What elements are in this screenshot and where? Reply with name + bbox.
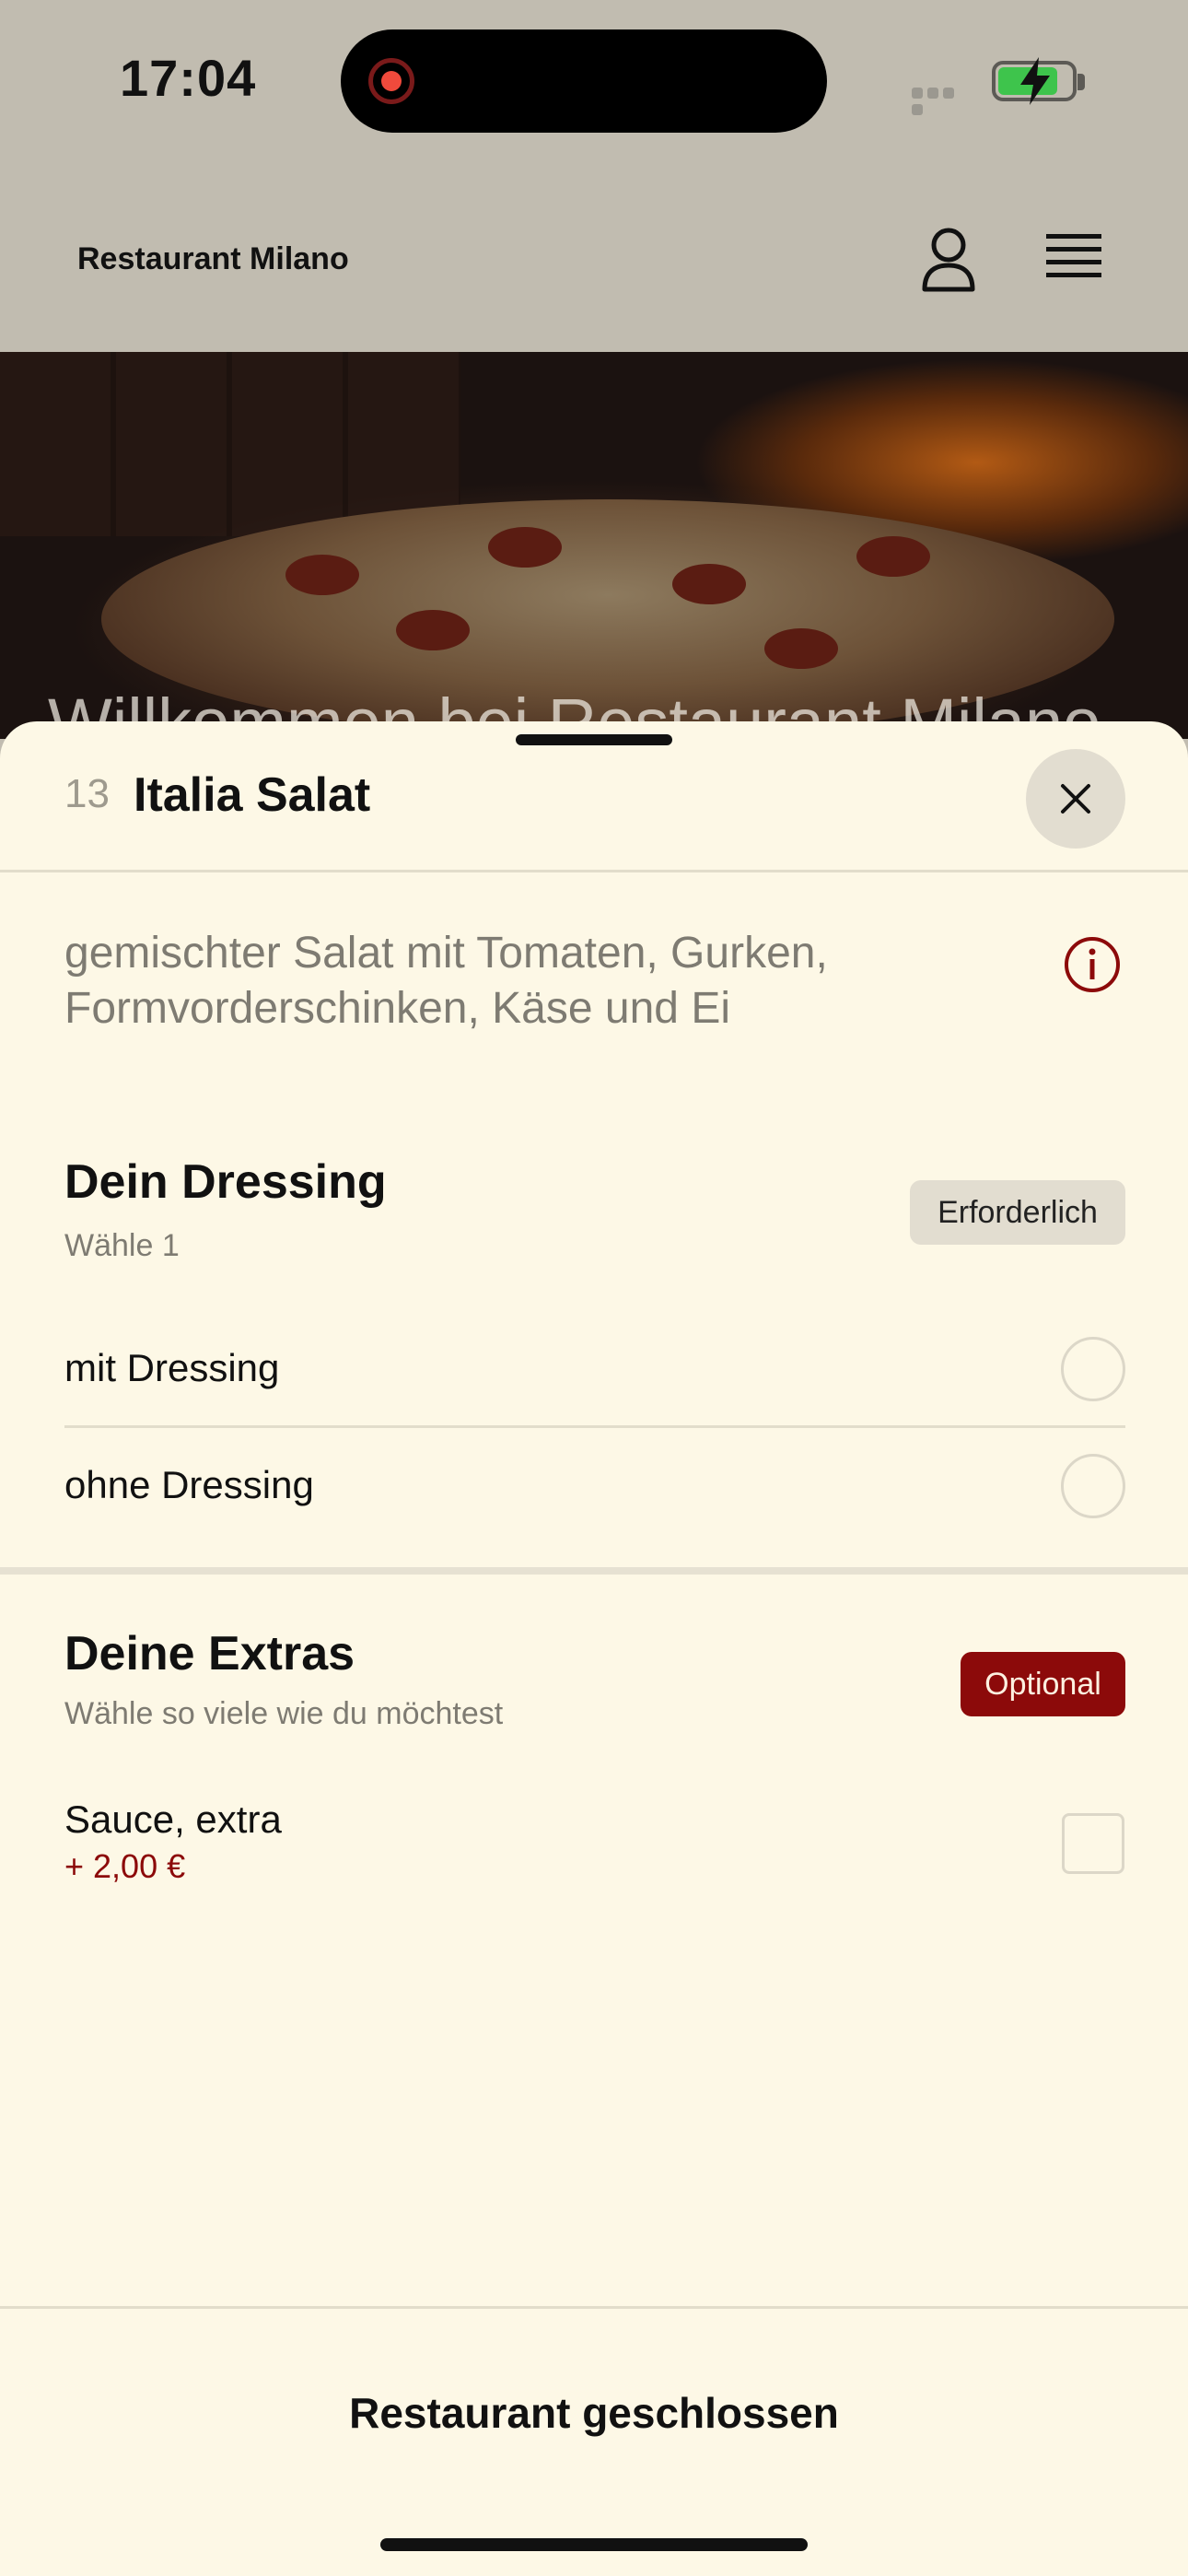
extras-section-title: Deine Extras bbox=[64, 1627, 355, 1680]
extra-option-price: + 2,00 € bbox=[64, 1847, 186, 1885]
dressing-section-subtitle: Wähle 1 bbox=[64, 1228, 180, 1263]
hero-image: Willkommen bei Restaurant Milano bbox=[0, 352, 1188, 739]
extra-option-label[interactable]: Sauce, extra bbox=[64, 1797, 282, 1842]
item-description: gemischter Salat mit Tomaten, Gurken, Fo… bbox=[64, 929, 828, 1033]
item-title: Italia Salat bbox=[134, 768, 371, 822]
radio-button[interactable] bbox=[1061, 1454, 1125, 1518]
cellular-signal-icon bbox=[912, 87, 973, 115]
person-icon[interactable] bbox=[912, 223, 985, 297]
item-number: 13 bbox=[64, 771, 110, 816]
section-separator bbox=[0, 1567, 1188, 1575]
required-badge: Erforderlich bbox=[910, 1180, 1125, 1245]
app-header: Restaurant Milano bbox=[0, 166, 1188, 352]
status-bar: 17:04 bbox=[0, 0, 1188, 166]
optional-badge: Optional bbox=[961, 1652, 1125, 1716]
sheet-grabber[interactable] bbox=[516, 734, 672, 745]
sheet-header: 13 Italia Salat bbox=[0, 721, 1188, 872]
dressing-section-title: Dein Dressing bbox=[64, 1155, 387, 1209]
option-label: mit Dressing bbox=[64, 1346, 280, 1389]
restaurant-closed-status: Restaurant geschlossen bbox=[349, 2389, 839, 2437]
close-icon bbox=[1061, 784, 1090, 814]
item-detail-sheet: 13 Italia Salat gemischter Salat mit Tom… bbox=[0, 721, 1188, 2576]
status-time: 17:04 bbox=[120, 49, 257, 107]
close-button[interactable] bbox=[1026, 749, 1125, 849]
dressing-option-without[interactable]: ohne Dressing bbox=[64, 1428, 1125, 1544]
home-indicator[interactable] bbox=[380, 2538, 808, 2551]
sheet-footer: Restaurant geschlossen bbox=[0, 2306, 1188, 2576]
info-icon[interactable] bbox=[1063, 935, 1122, 994]
dynamic-island bbox=[341, 29, 827, 133]
option-label: ohne Dressing bbox=[64, 1463, 314, 1506]
charging-bolt-icon bbox=[1020, 57, 1050, 105]
restaurant-name[interactable]: Restaurant Milano bbox=[77, 241, 349, 277]
record-icon bbox=[368, 58, 414, 104]
extras-section-subtitle: Wähle so viele wie du möchtest bbox=[64, 1696, 504, 1731]
dressing-option-with[interactable]: mit Dressing bbox=[64, 1311, 1125, 1427]
hamburger-menu-icon[interactable] bbox=[1039, 225, 1109, 295]
extra-option-checkbox[interactable] bbox=[1062, 1813, 1124, 1874]
radio-button[interactable] bbox=[1061, 1337, 1125, 1401]
